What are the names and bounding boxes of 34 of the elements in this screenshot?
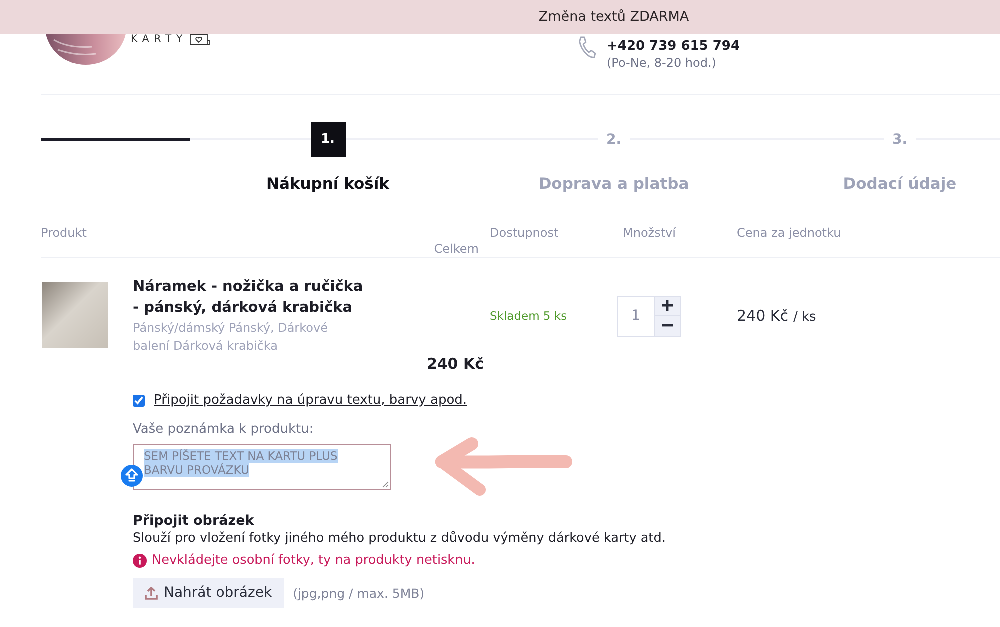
warning-text: Nevkládejte osobní fotky, ty na produkty netisknu. bbox=[152, 552, 476, 569]
info-icon bbox=[133, 554, 147, 568]
column-header: Celkem bbox=[433, 242, 480, 256]
unit-price: 240 Kč bbox=[737, 307, 788, 325]
attach-description: Slouží pro vložení fotky jiného mého produktu z důvodu výměny dárkové karty atd. bbox=[133, 530, 667, 547]
note-label: Vaše poznámka k produktu: bbox=[133, 422, 315, 438]
total-price: 240 Kč bbox=[426, 355, 485, 373]
phone-icon bbox=[577, 36, 597, 60]
customization-checkbox[interactable] bbox=[133, 395, 145, 407]
upload-hint: (jpg,png / max. 5MB) bbox=[293, 586, 425, 600]
price-unit: / ks bbox=[793, 310, 816, 325]
product-name[interactable]: Náramek - nožička a ručička - pánský, dárková krabička bbox=[133, 277, 371, 319]
resize-grip-icon[interactable] bbox=[382, 481, 389, 488]
increase-button[interactable] bbox=[655, 296, 681, 316]
attach-title: Připojit obrázek bbox=[133, 513, 256, 530]
promo-banner-text: Změna textů ZDARMA bbox=[538, 9, 690, 25]
step-number[interactable]: 1. bbox=[310, 122, 346, 157]
plus-icon bbox=[662, 300, 673, 312]
column-header: Produkt bbox=[41, 226, 88, 240]
availability: Skladem 5 ks bbox=[490, 309, 568, 323]
column-header: Cena za jednotku bbox=[737, 226, 842, 240]
column-header: Množství bbox=[622, 226, 677, 240]
upload-button[interactable]: Nahrát obrázek bbox=[133, 578, 284, 608]
upload-icon bbox=[145, 586, 158, 600]
phone-number[interactable]: +420 739 615 794 bbox=[607, 38, 740, 55]
photo-placeholder bbox=[42, 282, 108, 348]
customization-label[interactable]: Připojit požadavky na úpravu textu, barvy apod. bbox=[154, 393, 468, 409]
column-header: Dostupnost bbox=[490, 226, 560, 240]
logo-text: KARTY bbox=[131, 34, 188, 46]
opening-hours: (Po-Ne, 8-20 hod.) bbox=[607, 55, 718, 72]
decrease-button[interactable] bbox=[655, 316, 681, 336]
step-label[interactable]: Nákupní košík bbox=[266, 174, 390, 194]
arrow-up-icon[interactable] bbox=[121, 465, 143, 487]
product-variant: Pánský/dámský Pánský, Dárkové balení Dárková krabička bbox=[133, 320, 329, 355]
